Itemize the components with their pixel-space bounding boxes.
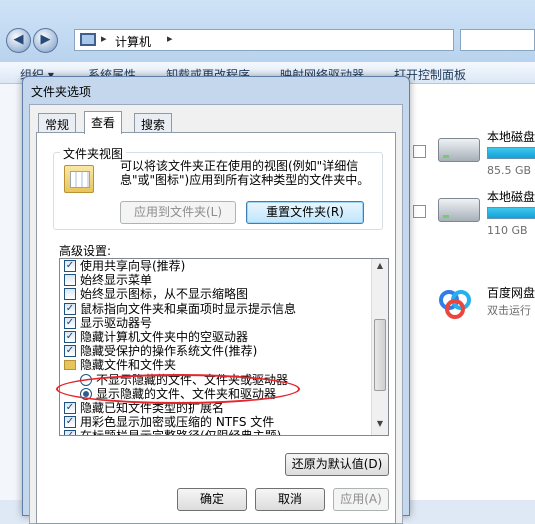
baidu-subtitle: 双击运行 (487, 304, 531, 317)
drive-name: 本地磁盘 (487, 130, 535, 144)
setting-label: 使用共享向导(推荐) (80, 259, 186, 273)
baidu-netdisk-item[interactable]: 百度网盘 双击运行 (430, 280, 535, 330)
baidu-name: 百度网盘 (487, 286, 535, 300)
breadcrumb-separator: ▸ (101, 32, 107, 45)
folder-views-group: 文件夹视图 可以将该文件夹正在使用的视图(例如"详细信息"或"图标")应用到所有… (53, 145, 383, 230)
setting-label: 鼠标指向文件夹和桌面项时显示提示信息 (80, 301, 297, 316)
hard-drive-icon (438, 198, 480, 222)
drive-name: 本地磁盘 (487, 190, 535, 204)
setting-label: 始终显示菜单 (80, 273, 153, 288)
back-arrow-icon[interactable]: ◀ (6, 28, 31, 53)
search-input[interactable] (460, 29, 535, 51)
drive-usage-bar (487, 207, 535, 219)
drive-checkbox[interactable] (413, 145, 426, 158)
checkbox[interactable]: ✓ (64, 345, 76, 358)
advanced-settings-list[interactable]: ✓ 使用共享向导(推荐) 始终显示菜单 始终显示图标，从不显示缩略图 ✓ 鼠标指向文件夹和… (59, 258, 389, 436)
drive-size: 110 GB (487, 224, 528, 237)
computer-icon (80, 33, 96, 46)
address-bar[interactable]: ▸ 计算机 ▸ (74, 29, 454, 51)
red-annotation-ellipse (56, 374, 300, 404)
folder-views-description: 可以将该文件夹正在使用的视图(例如"详细信息"或"图标")应用到所有这种类型的文… (120, 159, 370, 187)
view-tab-panel: 文件夹视图 可以将该文件夹正在使用的视图(例如"详细信息"或"图标")应用到所有… (36, 132, 396, 524)
drive-checkbox[interactable] (413, 205, 426, 218)
forward-arrow-icon[interactable]: ▶ (33, 28, 58, 53)
navigation-pane (0, 84, 24, 500)
checkbox[interactable]: ✓ (64, 402, 76, 414)
tab-search[interactable]: 搜索 (134, 113, 173, 133)
checkbox[interactable] (64, 274, 76, 287)
tab-general[interactable]: 常规 (38, 113, 77, 133)
checkbox[interactable]: ✓ (64, 260, 76, 272)
breadcrumb-separator: ▸ (167, 32, 173, 45)
breadcrumb-computer[interactable]: 计算机 (115, 33, 151, 50)
setting-label: 隐藏文件和文件夹 (80, 358, 177, 373)
drive-size: 85.5 GB (487, 164, 532, 177)
explorer-titlebar: ◀ ▶ ▸ 计算机 ▸ (0, 0, 535, 62)
dialog-body: 常规 查看 搜索 文件夹视图 可以将该文件夹正在使用的视图(例如"详细信息"或"… (29, 104, 403, 524)
scrollbar[interactable]: ▲ ▼ (371, 259, 388, 435)
restore-defaults-button[interactable]: 还原为默认值(D) (285, 453, 389, 476)
apply-to-folders-button[interactable]: 应用到文件夹(L) (120, 201, 236, 224)
advanced-settings-label: 高级设置: (59, 244, 112, 258)
checkbox[interactable]: ✓ (64, 331, 76, 343)
checkbox[interactable]: ✓ (64, 302, 76, 315)
setting-label: 隐藏计算机文件夹中的空驱动器 (80, 330, 249, 344)
setting-label: 始终显示图标，从不显示缩略图 (80, 287, 249, 302)
setting-label: 在标题栏显示完整路径(仅限经典主题) (80, 429, 281, 435)
folder-view-icon (64, 165, 94, 193)
scroll-thumb[interactable] (374, 319, 386, 391)
drive-item[interactable]: 本地磁盘 110 GB (413, 188, 535, 258)
reset-folders-button[interactable]: 重置文件夹(R) (246, 201, 364, 224)
drive-usage-bar (487, 147, 535, 159)
scroll-up-icon[interactable]: ▲ (374, 261, 386, 275)
checkbox[interactable] (64, 288, 76, 301)
hard-drive-icon (438, 138, 480, 162)
folder-options-dialog: 文件夹选项 常规 查看 搜索 文件夹视图 可以将该文件夹正在使用的视图(例如"详… (22, 76, 410, 524)
setting-label: 隐藏受保护的操作系统文件(推荐) (80, 344, 258, 359)
setting-label: 用彩色显示加密或压缩的 NTFS 文件 (80, 415, 275, 430)
folder-views-legend: 文件夹视图 (60, 145, 127, 162)
folder-icon (64, 360, 76, 371)
setting-label: 显示驱动器号 (80, 315, 153, 330)
baidu-netdisk-icon (439, 290, 471, 319)
scroll-down-icon[interactable]: ▼ (374, 419, 386, 433)
checkbox[interactable]: ✓ (64, 416, 76, 429)
checkbox[interactable]: ✓ (64, 430, 76, 435)
checkbox[interactable]: ✓ (64, 316, 76, 329)
dialog-title: 文件夹选项 (31, 85, 92, 99)
tab-view[interactable]: 查看 (84, 111, 123, 134)
